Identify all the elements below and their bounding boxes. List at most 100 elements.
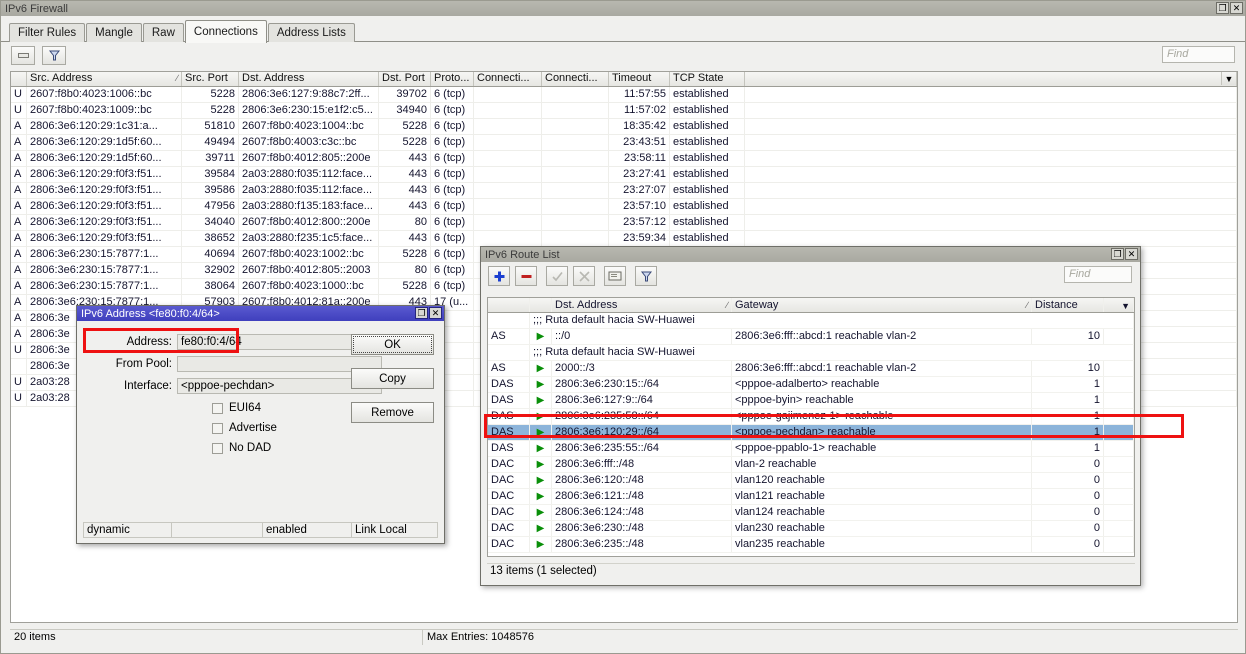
column-header-dst-port[interactable]: Dst. Port [379,72,431,86]
route-window-title: IPv6 Route List [485,249,560,261]
cell-dst-address: 2806:3e6:230::/48 [552,521,732,536]
column-header-distance[interactable]: Distance [1032,298,1104,312]
tab-filter-rules[interactable]: Filter Rules [9,23,85,42]
table-row[interactable]: DAC▶2806:3e6:235::/48vlan235 reachable0 [488,537,1134,553]
remove-button[interactable]: Remove [351,402,434,423]
main-window-titlebar[interactable]: IPv6 Firewall ❐ ✕ [1,1,1245,16]
no-dad-checkbox[interactable] [212,443,223,454]
route-active-icon: ▶ [530,521,552,536]
column-header-gateway[interactable]: Gateway ∕ [732,298,1032,312]
cell-timeout: 23:58:11 [609,151,670,166]
advertise-row[interactable]: Advertise [77,422,444,434]
cell-distance: 10 [1032,361,1104,376]
table-row[interactable]: DAS▶2806:3e6:230:15::/64<pppoe-adalberto… [488,377,1134,393]
column-header-src-port[interactable]: Src. Port [182,72,239,86]
cell-dst-address: 2806:3e6:230:15:e1f2:c5... [239,103,379,118]
column-header-tcp-state[interactable]: TCP State [670,72,745,86]
route-active-icon: ▶ [530,425,552,440]
cell-timeout: 23:27:07 [609,183,670,198]
ok-button[interactable]: OK [351,334,434,355]
route-active-icon: ▶ [530,457,552,472]
table-row[interactable]: U2607:f8b0:4023:1006::bc52282806:3e6:127… [11,87,1237,103]
table-row[interactable]: A2806:3e6:120:29:1c31:a...518102607:f8b0… [11,119,1237,135]
sort-ascending-icon: ∕ [1026,298,1028,312]
cell-src-port: 38652 [182,231,239,246]
table-row[interactable]: U2607:f8b0:4023:1009::bc52282806:3e6:230… [11,103,1237,119]
restore-icon[interactable]: ❐ [1216,2,1229,14]
column-header-connection-1[interactable]: Connecti... [474,72,542,86]
table-row[interactable]: DAS▶2806:3e6:235:55::/64<pppoe-ppablo-1>… [488,441,1134,457]
address-dialog-actions: OK Copy Remove [351,334,434,423]
route-find-input[interactable]: Find [1064,266,1132,283]
cell-timeout: 23:43:51 [609,135,670,150]
restore-icon[interactable]: ❐ [415,307,428,319]
table-row[interactable]: DAS▶2806:3e6:235:58::/64<pppoe-gajimenez… [488,409,1134,425]
add-route-button[interactable] [488,266,510,286]
remove-route-button[interactable] [515,266,537,286]
column-header-dst-address[interactable]: Dst. Address ∕ [552,298,732,312]
cell-tcp-state: established [670,183,745,198]
table-row[interactable]: A2806:3e6:120:29:1d5f:60...397112607:f8b… [11,151,1237,167]
column-chooser-button[interactable]: ▼ [1221,72,1236,85]
column-header-src-address[interactable]: Src. Address ∕ [27,72,182,86]
table-row[interactable]: A2806:3e6:120:29:f0f3:f51...340402607:f8… [11,215,1237,231]
advertise-checkbox[interactable] [212,423,223,434]
column-header-protocol[interactable]: Proto... [431,72,474,86]
column-header-timeout[interactable]: Timeout [609,72,670,86]
cell-src-address: 2806:3e6:120:29:f0f3:f51... [27,183,182,198]
column-header-flags[interactable] [488,298,530,312]
table-row[interactable]: A2806:3e6:120:29:f0f3:f51...386522a03:28… [11,231,1237,247]
column-header-connection-2[interactable]: Connecti... [542,72,609,86]
cell-connection-1 [474,199,542,214]
table-row[interactable]: DAC▶2806:3e6:fff::/48vlan-2 reachable0 [488,457,1134,473]
table-row[interactable]: DAS▶2806:3e6:120:29::/64<pppoe-pechdan> … [488,425,1134,441]
table-row[interactable]: DAC▶2806:3e6:230::/48vlan230 reachable0 [488,521,1134,537]
filter-button[interactable] [635,266,657,286]
table-row[interactable]: DAC▶2806:3e6:124::/48vlan124 reachable0 [488,505,1134,521]
comment-button[interactable] [604,266,626,286]
route-window-titlebar[interactable]: IPv6 Route List ❐ ✕ [481,247,1140,262]
cell-dst-address: 2a03:2880:f135:183:face... [239,199,379,214]
table-row[interactable]: A2806:3e6:120:29:f0f3:f51...395842a03:28… [11,167,1237,183]
route-comment-row[interactable]: ;;; Ruta default hacia SW-Huawei [488,313,1134,329]
cell-connection-2 [542,119,609,134]
filter-button[interactable] [42,46,66,65]
close-icon[interactable]: ✕ [1125,248,1138,260]
cell-flags [488,313,530,328]
table-row[interactable]: A2806:3e6:120:29:f0f3:f51...395862a03:28… [11,183,1237,199]
address-dialog-titlebar[interactable]: IPv6 Address <fe80:f0:4/64> ❐ ✕ [77,306,444,321]
cell-distance: 1 [1032,393,1104,408]
no-dad-row[interactable]: No DAD [77,442,444,454]
cell-flag: A [11,231,27,246]
table-row[interactable]: A2806:3e6:120:29:1d5f:60...494942607:f8b… [11,135,1237,151]
table-row[interactable]: AS▶2000::/32806:3e6:fff::abcd:1 reachabl… [488,361,1134,377]
column-header-flags[interactable] [11,72,27,86]
cell-spacer [745,167,1237,182]
cell-timeout: 11:57:02 [609,103,670,118]
tab-address-lists[interactable]: Address Lists [268,23,355,42]
tab-raw[interactable]: Raw [143,23,184,42]
table-row[interactable]: A2806:3e6:120:29:f0f3:f51...479562a03:28… [11,199,1237,215]
tab-mangle[interactable]: Mangle [86,23,142,42]
column-header-spacer[interactable]: ▼ [1104,298,1134,312]
remove-button[interactable] [11,46,35,65]
table-row[interactable]: DAC▶2806:3e6:120::/48vlan120 reachable0 [488,473,1134,489]
minus-icon [520,270,533,283]
table-row[interactable]: DAS▶2806:3e6:127:9::/64<pppoe-byin> reac… [488,393,1134,409]
cell-flag: A [11,167,27,182]
column-header-dst-address[interactable]: Dst. Address [239,72,379,86]
table-row[interactable]: DAC▶2806:3e6:121::/48vlan121 reachable0 [488,489,1134,505]
cell-dst-port: 443 [379,231,431,246]
copy-button[interactable]: Copy [351,368,434,389]
close-icon[interactable]: ✕ [1230,2,1243,14]
cell-spacer [1104,377,1134,392]
cell-tcp-state: established [670,87,745,102]
close-icon[interactable]: ✕ [429,307,442,319]
route-comment-row[interactable]: ;;; Ruta default hacia SW-Huawei [488,345,1134,361]
table-row[interactable]: AS▶::/02806:3e6:fff::abcd:1 reachable vl… [488,329,1134,345]
tab-connections[interactable]: Connections [185,20,267,43]
eui64-checkbox[interactable] [212,403,223,414]
cell-protocol: 6 (tcp) [431,231,474,246]
restore-icon[interactable]: ❐ [1111,248,1124,260]
find-input[interactable]: Find [1162,46,1235,63]
